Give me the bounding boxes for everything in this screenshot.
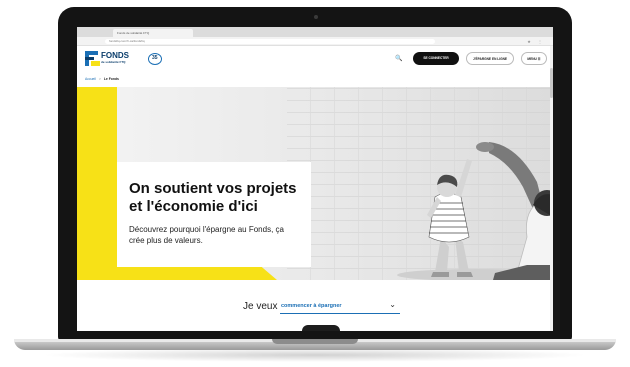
- je-veux-selected-value: commencer à épargner: [281, 303, 342, 309]
- menu-button[interactable]: MENU ☰: [521, 52, 547, 65]
- breadcrumb-current: Le Fonds: [103, 77, 119, 81]
- hero-text-card: On soutient vos projets et l'économie d'…: [117, 162, 311, 267]
- breadcrumb: Accueil > Le Fonds: [85, 77, 119, 81]
- logo-main-text: FONDS: [101, 51, 129, 60]
- page-scrollbar[interactable]: [550, 46, 553, 331]
- camera-icon: [314, 15, 318, 19]
- father-daughter-photo: [397, 142, 553, 280]
- hero-title: On soutient vos projets et l'économie d'…: [129, 180, 297, 215]
- je-veux-dropdown[interactable]: commencer à épargner ⌄: [280, 300, 400, 314]
- breadcrumb-home-link[interactable]: Accueil: [85, 77, 96, 81]
- laptop-shadow: [40, 348, 590, 362]
- je-veux-section: Je veux commencer à épargner ⌄: [77, 280, 553, 331]
- logo-wordmark[interactable]: FONDS de solidarité FTQ: [101, 51, 129, 65]
- browser-tab[interactable]: Fonds de solidarité FTQ: [113, 29, 193, 37]
- hero-banner: On soutient vos projets et l'économie d'…: [77, 87, 553, 280]
- laptop-opening-notch: [272, 339, 358, 344]
- logo-sub-text: de solidarité FTQ: [101, 60, 126, 64]
- fonds-logo-icon[interactable]: [85, 51, 100, 66]
- chevron-down-icon: ⌄: [389, 300, 396, 309]
- breadcrumb-separator: >: [98, 77, 101, 81]
- anniversary-badge-text: 35: [152, 55, 158, 61]
- save-online-button[interactable]: J'ÉPARGNE EN LIGNE: [466, 52, 514, 65]
- browser-address-bar: fondsftq.com/fr-ca/fondsftq ★ ⋮: [77, 37, 553, 46]
- url-field[interactable]: fondsftq.com/fr-ca/fondsftq: [105, 39, 435, 44]
- login-button[interactable]: SE CONNECTER: [413, 52, 459, 65]
- je-veux-label: Je veux: [243, 301, 278, 312]
- scrollbar-thumb[interactable]: [550, 68, 553, 98]
- hero-subtitle: Découvrez pourquoi l'épargne au Fonds, ç…: [129, 225, 284, 245]
- site-header: FONDS de solidarité FTQ 35 🔍 SE CONNECTE…: [77, 46, 553, 72]
- browser-tab-bar: Fonds de solidarité FTQ: [77, 27, 553, 37]
- search-icon[interactable]: 🔍: [395, 55, 403, 63]
- laptop-hinge: [302, 325, 340, 331]
- browser-toolbar-icons: ★ ⋮: [527, 39, 545, 44]
- laptop-screen: Fonds de solidarité FTQ fondsftq.com/fr-…: [77, 27, 553, 331]
